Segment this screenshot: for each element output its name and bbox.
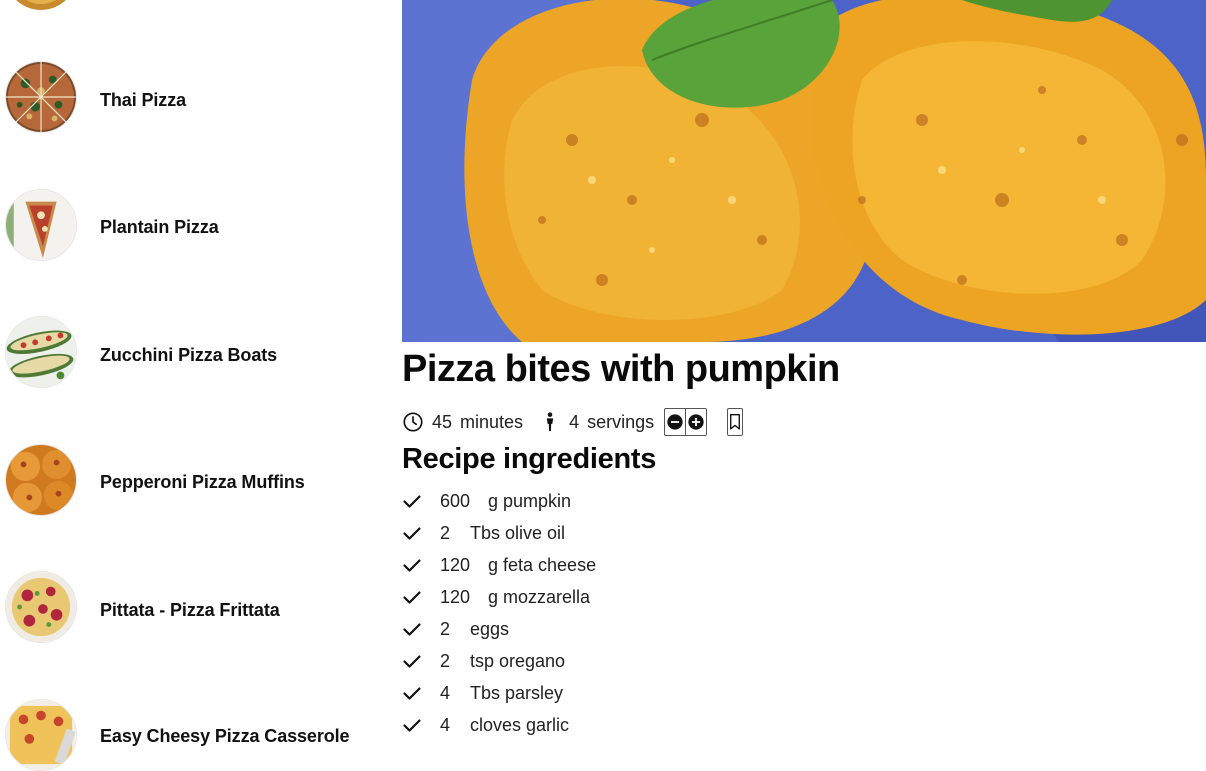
sidebar-item-pittata-pizza-frittata[interactable]: Pittata - Pizza Frittata [100,600,280,621]
check-icon [402,683,422,703]
ingredient-item: 120 g mozzarella [402,581,596,613]
bookmark-icon [730,414,741,430]
thai-pizza-thumbnail[interactable] [5,61,77,133]
ingredient-item: 4 Tbs parsley [402,677,596,709]
ingredient-item: 2 eggs [402,613,596,645]
ingredient-item: 120 g feta cheese [402,549,596,581]
sidebar-item-plantain-pizza[interactable]: Plantain Pizza [100,217,219,238]
recipe-sidebar: Thai Pizza Plantain Pizza Zucchini Pizza… [0,0,390,771]
ingredient-quantity: 120 [440,586,471,607]
servings-unit: servings [587,411,655,432]
minus-circle-icon [667,414,683,430]
partial-recipe-thumbnail[interactable] [5,0,77,10]
ingredient-quantity: 2 [440,522,451,543]
ingredient-name: g feta cheese [488,554,597,575]
check-icon [402,523,422,543]
ingredient-name: g pumpkin [488,490,572,511]
ingredient-name: eggs [470,618,510,639]
servings-stepper [664,408,708,436]
person-icon [539,411,561,433]
check-icon [402,619,422,639]
ingredient-quantity: 600 [440,490,471,511]
check-icon [402,651,422,671]
clock-icon [402,411,424,433]
time-value: 45 [432,411,453,432]
frittata-thumbnail[interactable] [5,571,77,643]
sidebar-item-zucchini-pizza-boats[interactable]: Zucchini Pizza Boats [100,345,277,366]
ingredient-item: 4 cloves garlic [402,709,596,741]
zucchini-pizza-thumbnail[interactable] [5,316,77,388]
check-icon [402,715,422,735]
bookmark-button[interactable] [727,408,744,436]
ingredient-item: 600 g pumpkin [402,485,596,517]
ingredient-quantity: 4 [440,714,451,735]
check-icon [402,555,422,575]
ingredient-name: cloves garlic [470,714,570,735]
decrease-servings-button[interactable] [665,409,685,435]
ingredient-name: Tbs olive oil [470,522,566,543]
check-icon [402,587,422,607]
time-unit: minutes [460,411,524,432]
check-icon [402,491,422,511]
muffins-thumbnail[interactable] [5,444,77,516]
ingredient-name: g mozzarella [488,586,591,607]
ingredients-heading: Recipe ingredients [402,443,657,475]
ingredient-item: 2 tsp oregano [402,645,596,677]
increase-servings-button[interactable] [685,409,706,435]
recipe-detail: Pizza bites with pumpkin 45 minutes 4 se… [402,0,1206,744]
plus-circle-icon [688,414,704,430]
ingredient-name: Tbs parsley [470,682,564,703]
sidebar-item-pepperoni-pizza-muffins[interactable]: Pepperoni Pizza Muffins [100,472,305,493]
ingredient-quantity: 4 [440,682,451,703]
ingredient-quantity: 2 [440,618,451,639]
ingredient-quantity: 2 [440,650,451,671]
plantain-pizza-thumbnail[interactable] [5,189,77,261]
servings-value: 4 [569,411,580,432]
sidebar-item-thai-pizza[interactable]: Thai Pizza [100,90,186,111]
casserole-thumbnail[interactable] [5,699,77,771]
ingredient-quantity: 120 [440,554,471,575]
ingredient-list: 600 g pumpkin 2 Tbs olive oil 120 g feta… [402,485,596,741]
ingredient-item: 2 Tbs olive oil [402,517,596,549]
recipe-title: Pizza bites with pumpkin [402,348,840,390]
recipe-hero-image [402,0,1206,342]
ingredient-name: tsp oregano [470,650,566,671]
recipe-meta: 45 minutes 4 servings [402,408,744,436]
